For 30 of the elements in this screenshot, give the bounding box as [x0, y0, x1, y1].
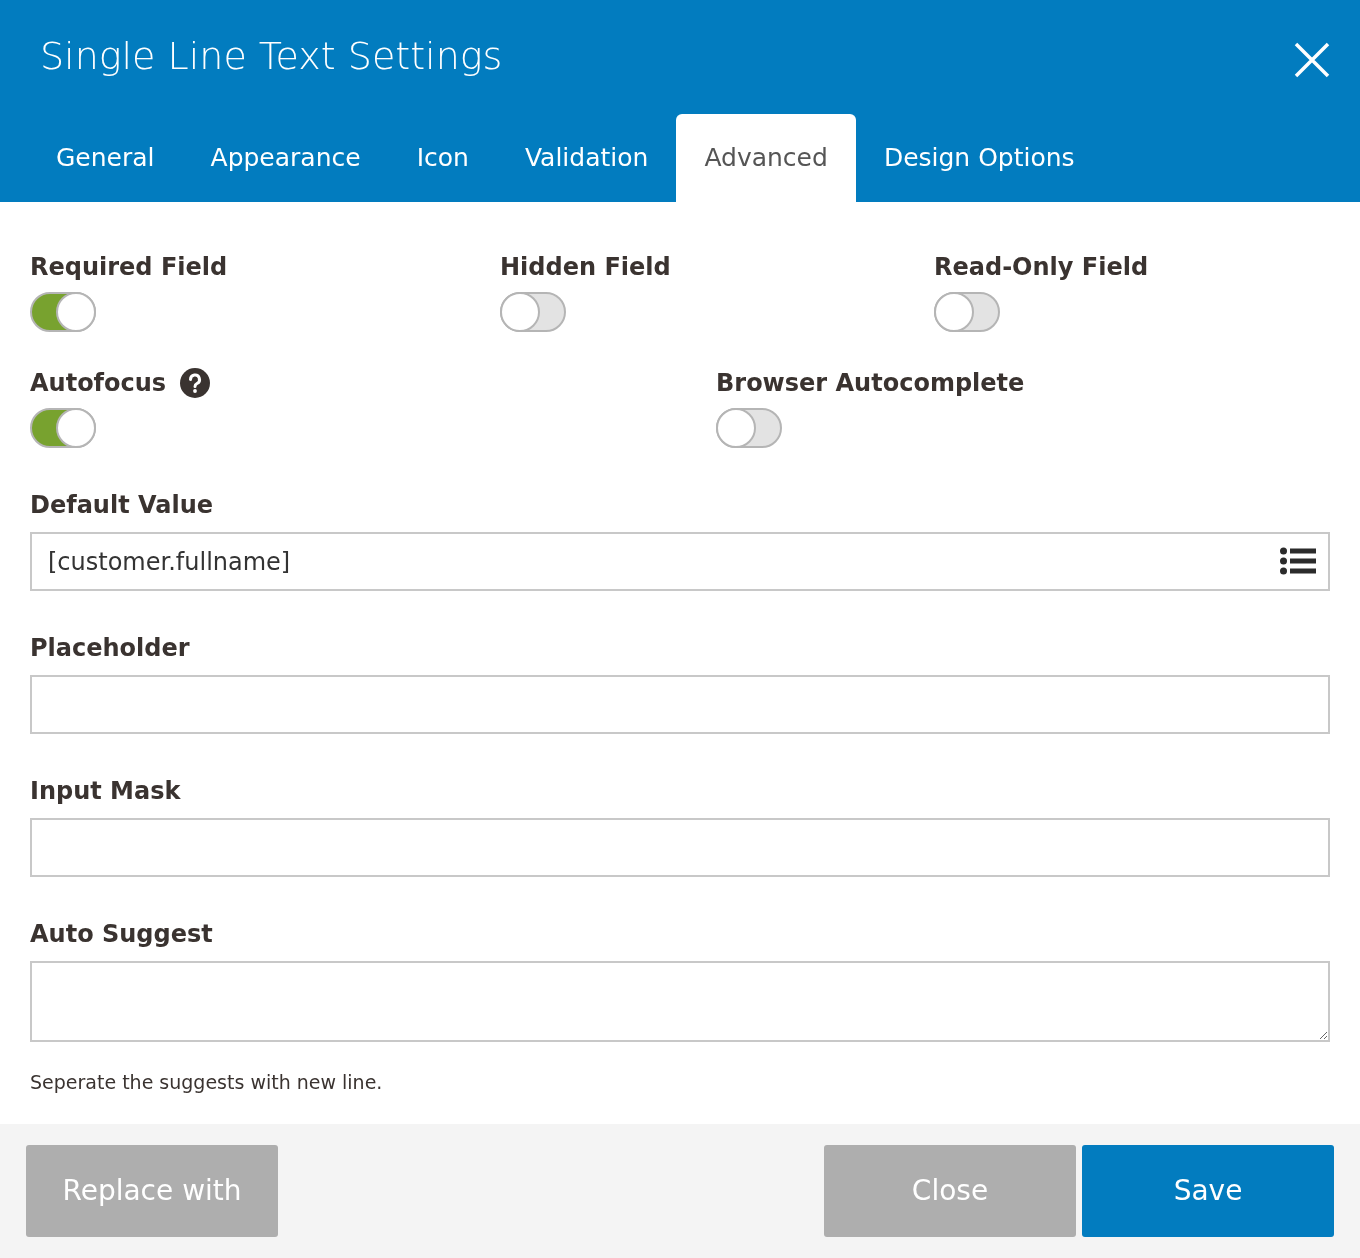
toggle-label: Required Field [30, 252, 228, 283]
toggle-switch[interactable] [716, 408, 782, 448]
toggle-label: Autofocus [30, 368, 167, 399]
text-field[interactable] [30, 818, 1330, 877]
toggle-label: Hidden Field [500, 252, 671, 283]
tab[interactable]: Icon [388, 114, 497, 202]
list-icon[interactable] [1280, 547, 1316, 575]
toggle-switch[interactable] [30, 408, 96, 448]
tab[interactable]: Advanced [676, 114, 856, 202]
tab[interactable]: Appearance [182, 114, 389, 202]
close-icon[interactable] [1292, 40, 1332, 80]
hint-text: Seperate the suggests with new line. [30, 1070, 384, 1095]
text-area[interactable] [30, 961, 1330, 1042]
toggle-switch[interactable] [30, 292, 96, 332]
help-icon[interactable] [180, 368, 211, 398]
field-label: Default Value [30, 490, 215, 520]
toggle-label: Read-Only Field [934, 252, 1149, 283]
tab[interactable]: General [28, 114, 183, 202]
save-button[interactable]: Save [1082, 1145, 1334, 1237]
tab[interactable]: Validation [496, 114, 677, 202]
toggle-switch[interactable] [934, 292, 1000, 332]
field-label: Placeholder [30, 633, 191, 663]
tab[interactable]: Design Options [855, 114, 1103, 202]
text-field[interactable]: [customer.fullname] [30, 532, 1330, 591]
toggle-label: Browser Autocomplete [716, 368, 1025, 399]
text-field[interactable] [30, 675, 1330, 734]
toggle-switch[interactable] [500, 292, 566, 332]
field-label: Input Mask [30, 776, 182, 806]
dialog-title: Single Line Text Settings [40, 33, 503, 80]
field-label: Auto Suggest [30, 919, 214, 949]
